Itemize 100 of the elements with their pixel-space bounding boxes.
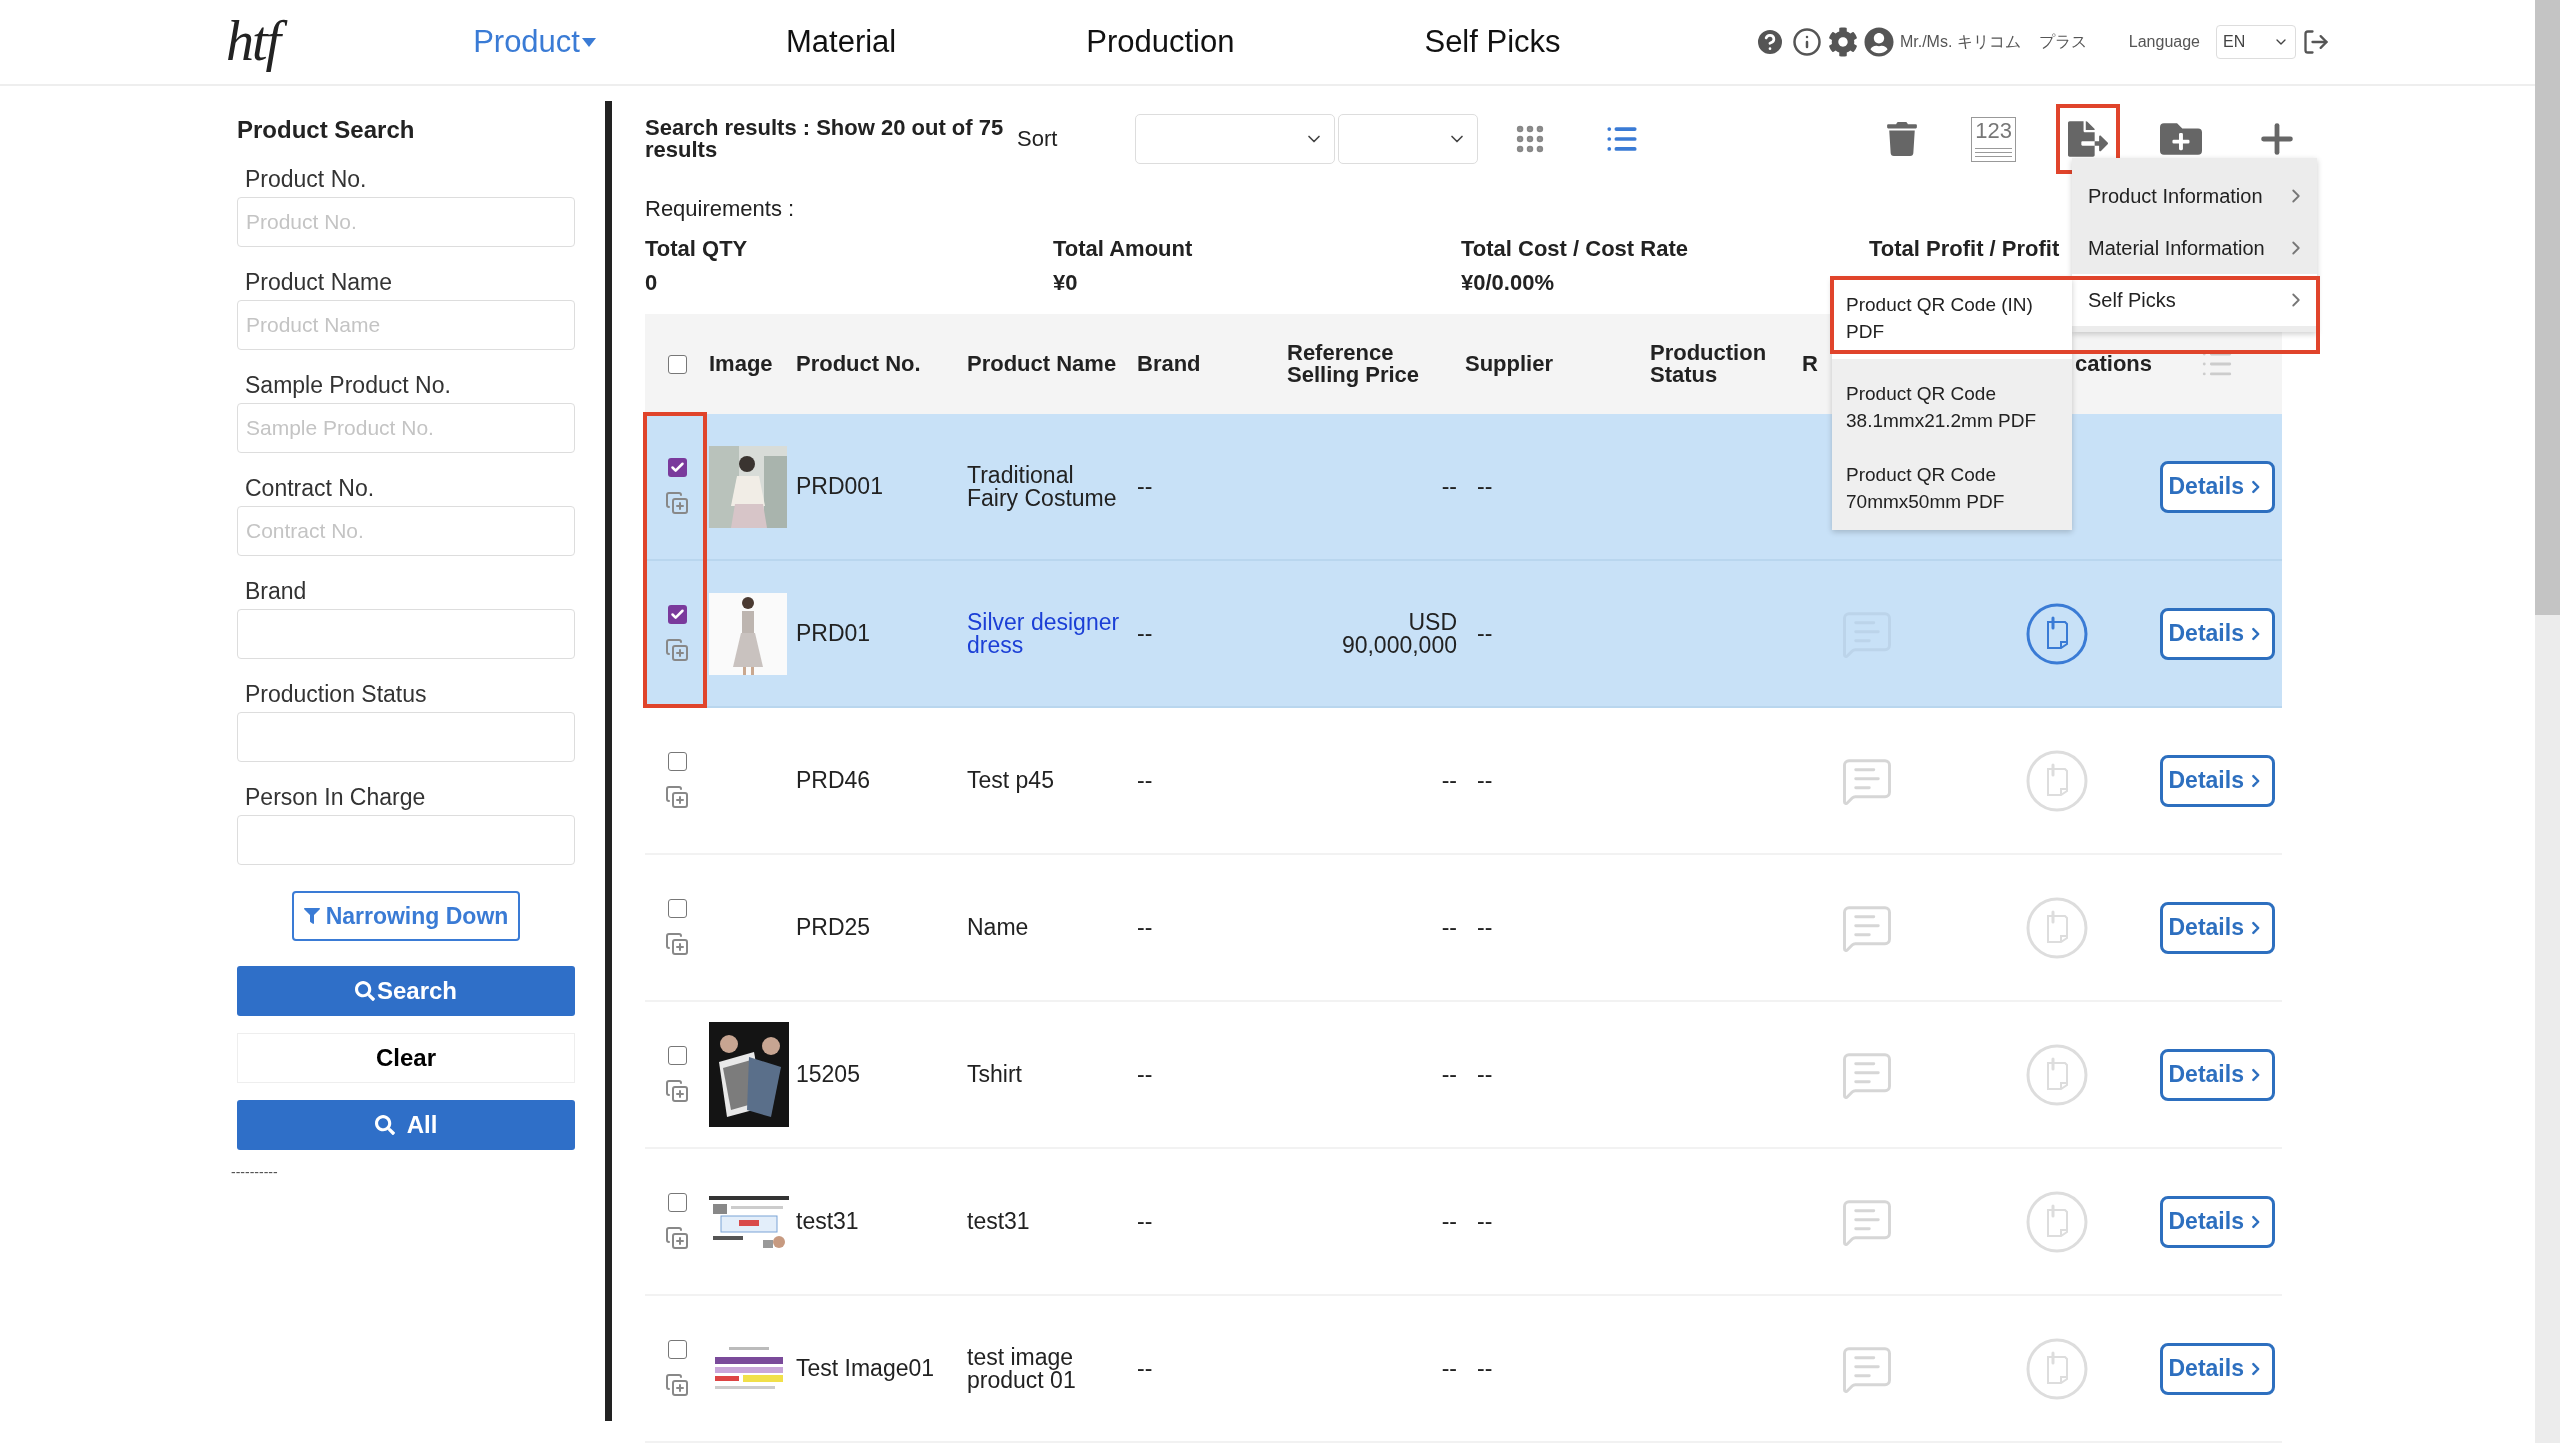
table-cell: -- [1441,1357,1457,1380]
language-select[interactable]: EN [2216,25,2296,59]
details-button[interactable]: Details [2159,1048,2275,1101]
table-cell-text: 15205 [796,1063,861,1086]
table-cell-text: -- [1476,1357,1494,1380]
copy-plus-icon[interactable] [665,1373,689,1397]
sidebar-scrollbar[interactable] [605,101,612,1421]
copy-plus-icon[interactable] [665,785,689,809]
details-button[interactable]: Details [2159,460,2275,513]
input-field[interactable] [237,815,575,865]
scrollbar[interactable] [2535,0,2560,1443]
table-cell-text: -- [1137,475,1154,498]
field-label: Product Name [245,269,393,296]
nav-tab[interactable]: Production [1086,24,1235,60]
menu-item[interactable]: Product QR Code 70mmx50mm PDF [1832,448,2072,530]
search-icon [354,981,375,1001]
sidebar-title: Product Search [237,116,416,144]
check-icon [669,607,685,622]
table-cell-text: -- [1476,475,1494,498]
search-button[interactable]: Search [237,966,575,1016]
table-cell: -- [1441,769,1457,792]
input-field[interactable]: Contract No. [237,506,575,556]
copy-plus-icon[interactable] [665,1079,689,1103]
file-export-icon [2068,119,2108,159]
nav-tab[interactable]: Product [473,24,596,60]
logo[interactable]: htf [222,4,292,80]
all-button[interactable]: All [237,1100,575,1150]
table-cell-text: PRD001 [796,475,884,498]
field-label: Contract No. [245,475,376,502]
numbering-button[interactable]: 123 [1959,104,2028,174]
row-checkbox[interactable] [667,605,687,624]
menu-item[interactable]: Material Information [2072,222,2317,274]
row-checkbox[interactable] [667,1046,687,1065]
row-checkbox[interactable] [667,752,687,771]
column-header: Product Name [967,353,1118,375]
copy-plus-icon[interactable] [665,491,689,515]
menu-item[interactable]: Product QR Code (IN) PDF [1832,278,2072,360]
details-button[interactable]: Details [2159,607,2275,660]
divider-dashes: ---------- [231,1164,279,1180]
row-checkbox[interactable] [667,1193,687,1212]
input-field[interactable] [237,712,575,762]
row-checkbox[interactable] [667,458,687,477]
column-header: Image [709,353,774,375]
table-cell-text: -- [1137,1357,1154,1380]
select-all-checkbox[interactable] [667,354,687,374]
language-label: Language [2128,33,2200,51]
field-label: Brand [245,578,308,605]
caret-icon [581,37,596,47]
field-label: Production Status [245,681,428,708]
menu-item[interactable]: Self Picks [2072,274,2317,326]
details-button[interactable]: Details [2159,754,2275,807]
column-header: Production Status [1650,342,1768,386]
total-label: Total Cost / Cost Rate [1461,236,1688,262]
details-button[interactable]: Details [2159,1342,2275,1395]
table-cell-text: test image product 01 [967,1345,1077,1392]
table-cell-text: PRD01 [796,622,872,645]
clear-button[interactable]: Clear [237,1033,575,1083]
attachment-icon[interactable] [2025,601,2089,666]
table-cell: -- [1441,1063,1457,1086]
total-value: ¥0 [1053,270,1078,296]
column-header: cations [2073,353,2152,375]
total-value: 0 [645,270,658,296]
input-field[interactable]: Product Name [237,300,575,350]
table-cell: -- [1441,1210,1457,1233]
table-cell-text: -- [1137,916,1154,939]
table-cell-text: Test Image01 [796,1357,936,1380]
details-button[interactable]: Details [2159,901,2275,954]
settings-icon[interactable] [1827,27,1858,57]
table-cell-text: test31 [796,1210,860,1233]
search-icon [374,1115,395,1135]
input-field[interactable]: Product No. [237,197,575,247]
column-header: Product No. [796,353,922,375]
table-cell-text: Traditional Fairy Costume [967,463,1118,510]
copy-plus-icon[interactable] [665,1226,689,1250]
nav-tab[interactable]: Self Picks [1424,24,1561,60]
results-summary: Search results : Show 20 out of 75 results [645,117,1005,161]
total-label: Total Amount [1053,236,1193,262]
menu-item[interactable]: Product Information [2072,170,2317,222]
table-cell-text: -- [1476,769,1494,792]
copy-plus-icon[interactable] [665,932,689,956]
user-icon[interactable] [1863,27,1894,57]
table-cell: -- [1441,475,1457,498]
copy-plus-icon[interactable] [665,638,689,662]
details-button[interactable]: Details [2159,1195,2275,1248]
table-cell-text: USD 90,000,000 [1340,610,1457,657]
table-cell-text: -- [1476,916,1494,939]
input-field[interactable] [237,609,575,659]
filter-icon [303,908,320,924]
table-cell-text: -- [1476,622,1494,645]
total-value: ¥0/0.00% [1461,270,1554,296]
input-field[interactable]: Sample Product No. [237,403,575,453]
column-header: Brand [1137,353,1202,375]
info-icon[interactable] [1791,27,1822,57]
narrowing-button[interactable]: Narrowing Down [291,891,521,941]
nav-tab[interactable]: Material [785,24,897,60]
row-checkbox[interactable] [667,1340,687,1359]
product-link[interactable]: Silver designer dress [967,610,1137,657]
row-checkbox[interactable] [667,899,687,918]
table-cell-text: -- [1476,1210,1494,1233]
logout-icon[interactable] [2302,28,2330,56]
